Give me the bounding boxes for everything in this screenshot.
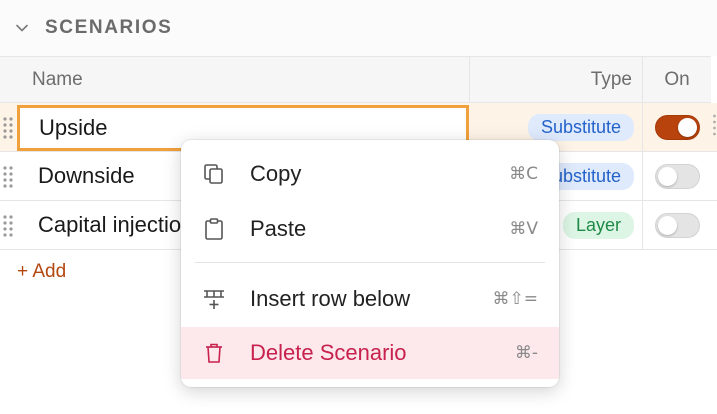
type-badge: Layer [562, 211, 634, 239]
column-header-on[interactable]: On [643, 56, 711, 103]
menu-item-delete-scenario[interactable]: Delete Scenario ⌘- [181, 327, 559, 379]
drag-handle-icon[interactable] [2, 115, 14, 139]
copy-icon [204, 164, 223, 184]
shortcut-label: ⌘C [509, 164, 538, 184]
menu-item-copy[interactable]: Copy ⌘C [181, 148, 559, 200]
on-cell [643, 152, 711, 200]
on-cell [643, 201, 711, 249]
menu-item-label: Copy [250, 161, 302, 186]
add-scenario-button[interactable]: + Add [17, 261, 66, 283]
shortcut-label: ⌘- [514, 343, 538, 363]
drag-handle-icon[interactable] [2, 164, 14, 188]
toggle-knob [657, 166, 677, 186]
menu-item-insert-row-below[interactable]: Insert row below ⌘⇧= [181, 273, 559, 325]
shortcut-label: ⌘V [509, 219, 538, 239]
toggle-knob [677, 117, 697, 137]
on-cell [643, 103, 711, 151]
shortcut-label: ⌘⇧= [492, 289, 539, 309]
context-menu: Copy ⌘C Paste ⌘V Insert row below ⌘⇧= De… [181, 140, 559, 387]
column-header-name[interactable]: Name [0, 56, 470, 103]
menu-item-label: Insert row below [250, 286, 411, 311]
clipboard-icon [205, 218, 223, 240]
scenario-toggle[interactable] [654, 212, 700, 238]
section-header[interactable]: SCENARIOS [0, 0, 717, 56]
menu-divider [195, 262, 545, 263]
column-header-type[interactable]: Type [470, 56, 643, 103]
column-resize-handle-icon[interactable] [712, 112, 717, 142]
drag-handle-icon[interactable] [2, 213, 14, 237]
menu-item-label: Delete Scenario [250, 340, 407, 365]
type-badge: Substitute [527, 113, 634, 141]
scenarios-panel: SCENARIOS Name Type On Upside Substitute… [0, 0, 717, 414]
insert-row-icon [204, 290, 224, 309]
toggle-knob [657, 215, 677, 235]
scenario-toggle[interactable] [654, 114, 700, 140]
menu-item-paste[interactable]: Paste ⌘V [181, 203, 559, 255]
trash-icon [206, 343, 222, 363]
menu-item-label: Paste [250, 216, 307, 241]
chevron-down-icon[interactable] [14, 20, 30, 36]
scenario-toggle[interactable] [654, 163, 700, 189]
section-title: SCENARIOS [45, 17, 173, 38]
